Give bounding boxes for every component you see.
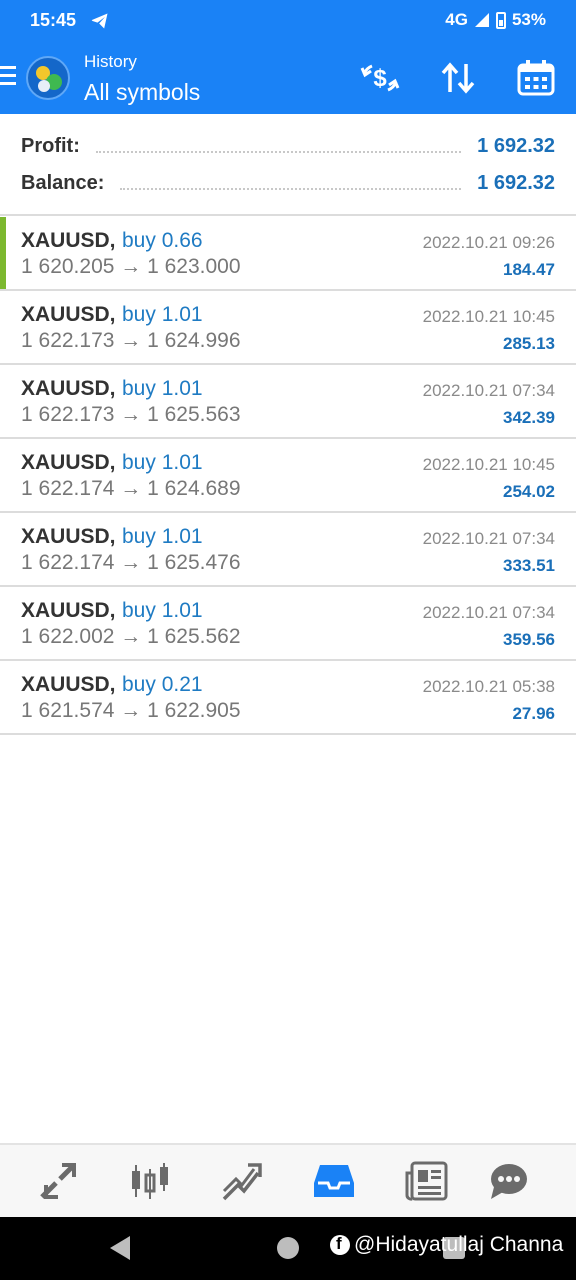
quotes-icon[interactable] bbox=[36, 1159, 80, 1203]
balance-row: Balance: 1 692.32 bbox=[21, 168, 555, 198]
trade-row[interactable]: XAUUSD, buy 0.66 1 620.205 → 1 623.000 2… bbox=[0, 217, 576, 291]
trade-side: buy 0.21 bbox=[122, 673, 203, 696]
trade-side: buy 1.01 bbox=[122, 525, 203, 548]
trade-symbol: XAUUSD, bbox=[21, 673, 116, 696]
trade-prices: 1 620.205 → 1 623.000 bbox=[21, 255, 241, 278]
trade-prices: 1 622.173 → 1 625.563 bbox=[21, 403, 241, 426]
status-time: 15:45 bbox=[30, 10, 77, 30]
trade-symbol: XAUUSD, bbox=[21, 377, 116, 400]
chart-icon[interactable] bbox=[128, 1159, 172, 1203]
status-right: 4G 53% bbox=[445, 10, 546, 30]
trade-time: 2022.10.21 09:26 bbox=[422, 233, 555, 252]
trade-time: 2022.10.21 07:34 bbox=[422, 381, 555, 400]
history-icon[interactable] bbox=[312, 1159, 356, 1203]
trade-list: XAUUSD, buy 0.66 1 620.205 → 1 623.000 2… bbox=[0, 217, 576, 735]
header-title[interactable]: All symbols bbox=[84, 79, 200, 106]
currency-exchange-icon[interactable]: $ bbox=[360, 58, 400, 98]
trade-side: buy 1.01 bbox=[122, 377, 203, 400]
trade-profit: 184.47 bbox=[503, 260, 555, 279]
trade-prices: 1 622.002 → 1 625.562 bbox=[21, 625, 241, 648]
profit-value: 1 692.32 bbox=[477, 134, 555, 157]
header-subtitle: History bbox=[84, 52, 137, 71]
trade-profit: 359.56 bbox=[503, 630, 555, 649]
trade-symbol: XAUUSD, bbox=[21, 525, 116, 548]
account-summary: Profit: 1 692.32 Balance: 1 692.32 bbox=[0, 114, 576, 216]
system-nav-bar: @Hidayatullaj Channa bbox=[0, 1217, 576, 1280]
battery-percent: 53% bbox=[511, 10, 546, 29]
sort-icon[interactable] bbox=[438, 58, 478, 98]
facebook-icon bbox=[330, 1234, 350, 1255]
trade-time: 2022.10.21 05:38 bbox=[422, 677, 555, 696]
battery-icon bbox=[495, 11, 506, 29]
trade-row[interactable]: XAUUSD, buy 1.01 1 622.002 → 1 625.562 2… bbox=[0, 587, 576, 661]
trade-time: 2022.10.21 07:34 bbox=[422, 529, 555, 548]
chat-icon[interactable] bbox=[486, 1159, 530, 1203]
profit-label: Profit: bbox=[21, 134, 80, 157]
trade-symbol: XAUUSD, bbox=[21, 451, 116, 474]
network-type: 4G bbox=[445, 10, 468, 29]
telegram-icon bbox=[91, 13, 108, 29]
trade-side: buy 1.01 bbox=[122, 451, 203, 474]
signal-icon bbox=[474, 13, 489, 27]
app-header: 15:45 4G 53% History All symbols $ bbox=[0, 0, 576, 114]
status-bar: 15:45 4G 53% bbox=[0, 0, 576, 42]
trade-side: buy 1.01 bbox=[122, 303, 203, 326]
balance-value: 1 692.32 bbox=[477, 171, 555, 194]
trade-profit: 27.96 bbox=[512, 704, 555, 723]
trade-row[interactable]: XAUUSD, buy 0.21 1 621.574 → 1 622.905 2… bbox=[0, 661, 576, 735]
watermark: @Hidayatullaj Channa bbox=[330, 1233, 563, 1257]
trade-symbol: XAUUSD, bbox=[21, 229, 116, 252]
news-icon[interactable] bbox=[404, 1159, 448, 1203]
trade-profit: 254.02 bbox=[503, 482, 555, 501]
trade-prices: 1 622.174 → 1 625.476 bbox=[21, 551, 241, 574]
trade-profit: 285.13 bbox=[503, 334, 555, 353]
trade-row[interactable]: XAUUSD, buy 1.01 1 622.173 → 1 624.996 2… bbox=[0, 291, 576, 365]
trade-row[interactable]: XAUUSD, buy 1.01 1 622.174 → 1 625.476 2… bbox=[0, 513, 576, 587]
back-icon[interactable] bbox=[110, 1236, 130, 1260]
trade-prices: 1 621.574 → 1 622.905 bbox=[21, 699, 241, 722]
trade-row[interactable]: XAUUSD, buy 1.01 1 622.174 → 1 624.689 2… bbox=[0, 439, 576, 513]
bottom-navigation bbox=[0, 1143, 576, 1217]
trade-time: 2022.10.21 10:45 bbox=[422, 455, 555, 474]
calendar-icon[interactable] bbox=[516, 58, 556, 98]
dotted-leader bbox=[120, 188, 462, 190]
trade-prices: 1 622.173 → 1 624.996 bbox=[21, 329, 241, 352]
dotted-leader bbox=[95, 151, 462, 153]
trade-icon[interactable] bbox=[220, 1159, 264, 1203]
trade-symbol: XAUUSD, bbox=[21, 599, 116, 622]
trade-symbol: XAUUSD, bbox=[21, 303, 116, 326]
trade-profit: 342.39 bbox=[503, 408, 555, 427]
menu-icon[interactable] bbox=[0, 66, 16, 90]
trade-time: 2022.10.21 07:34 bbox=[422, 603, 555, 622]
trade-time: 2022.10.21 10:45 bbox=[422, 307, 555, 326]
profit-row: Profit: 1 692.32 bbox=[21, 131, 555, 161]
trade-prices: 1 622.174 → 1 624.689 bbox=[21, 477, 241, 500]
trade-side: buy 1.01 bbox=[122, 599, 203, 622]
balance-label: Balance: bbox=[21, 171, 105, 194]
trade-side: buy 0.66 bbox=[122, 229, 203, 252]
trade-row[interactable]: XAUUSD, buy 1.01 1 622.173 → 1 625.563 2… bbox=[0, 365, 576, 439]
watermark-text: @Hidayatullaj Channa bbox=[354, 1233, 564, 1256]
svg-text:$: $ bbox=[373, 65, 387, 92]
trade-profit: 333.51 bbox=[503, 556, 555, 575]
home-icon[interactable] bbox=[277, 1237, 299, 1259]
app-logo[interactable] bbox=[26, 56, 70, 100]
